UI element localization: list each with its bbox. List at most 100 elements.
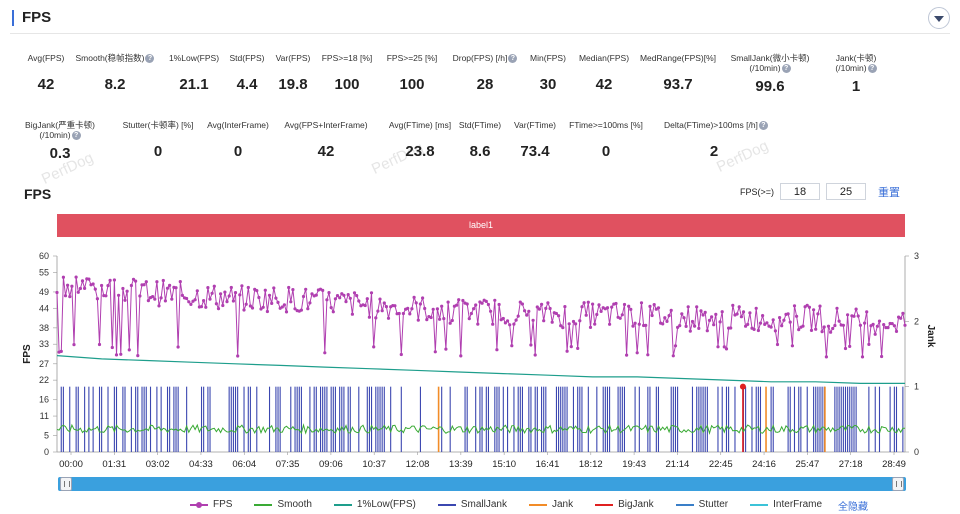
slider-handle-right[interactable] xyxy=(892,477,904,491)
collapse-toggle-button[interactable] xyxy=(928,7,950,29)
fps-point xyxy=(671,354,675,358)
fps-point xyxy=(756,328,761,333)
fps-point xyxy=(329,306,333,310)
stat-label: BigJank(严重卡顿) xyxy=(25,120,95,130)
fps-point xyxy=(138,294,142,298)
help-icon[interactable]: ? xyxy=(867,64,877,74)
fps-point xyxy=(629,307,633,311)
fps-point xyxy=(106,284,110,288)
fps-point xyxy=(338,296,342,300)
y-tick-label: 49 xyxy=(39,287,49,297)
fps-point xyxy=(752,327,756,331)
fps-point xyxy=(703,310,707,314)
fps-point xyxy=(901,311,905,315)
fps-point xyxy=(255,289,259,293)
fps-point xyxy=(187,300,191,304)
help-icon[interactable]: ? xyxy=(71,131,81,141)
hide-all-button[interactable]: 全隐藏 xyxy=(838,498,868,513)
fps-point xyxy=(202,299,206,303)
fps-point xyxy=(841,323,846,327)
fps-point xyxy=(593,322,597,326)
slider-handle-left[interactable] xyxy=(60,477,72,491)
fps-point xyxy=(397,311,401,316)
legend-item[interactable]: Jank xyxy=(528,499,573,510)
legend-swatch xyxy=(333,503,352,506)
fps-point xyxy=(684,324,688,328)
fps-point xyxy=(344,300,348,304)
fps-threshold-input-2[interactable] xyxy=(826,183,867,200)
fps-point xyxy=(216,307,221,311)
legend-item[interactable]: Stutter xyxy=(675,499,728,510)
fps-point xyxy=(741,310,746,314)
fps-point xyxy=(242,308,246,312)
y2-tick-label: 0 xyxy=(914,447,919,457)
fps-point xyxy=(652,303,656,307)
reset-button[interactable]: 重置 xyxy=(878,184,900,200)
fps-point xyxy=(899,316,903,320)
fps-point xyxy=(865,310,869,314)
fps-point xyxy=(833,323,837,328)
fps-point xyxy=(886,326,890,330)
help-icon[interactable]: ? xyxy=(758,121,768,131)
fps-point xyxy=(542,319,546,323)
fps-point xyxy=(729,326,733,330)
fps-point xyxy=(882,323,886,327)
fps-point xyxy=(690,319,695,324)
legend-label: 1%Low(FPS) xyxy=(356,499,416,510)
fps-point xyxy=(673,344,678,348)
fps-point xyxy=(748,311,752,315)
chart-title: FPS xyxy=(24,186,52,202)
stat-label-unit: (/10min) xyxy=(749,63,781,73)
fps-point xyxy=(718,320,722,324)
legend-item[interactable]: FPS xyxy=(190,499,232,510)
fps-point xyxy=(816,312,820,316)
fps-point xyxy=(117,293,121,297)
fps-point xyxy=(257,295,261,300)
label-band[interactable]: label1 xyxy=(57,214,905,237)
legend-item[interactable]: SmallJank xyxy=(437,499,507,510)
fps-threshold-input-1[interactable] xyxy=(780,183,821,200)
fps-point xyxy=(820,330,824,334)
legend-item[interactable]: InterFrame xyxy=(750,499,822,510)
fps-point xyxy=(208,297,212,301)
fps-point xyxy=(206,286,210,290)
fps-point xyxy=(284,310,289,314)
fps-point xyxy=(795,314,799,318)
fps-point xyxy=(648,304,652,308)
fps-point xyxy=(212,284,216,288)
fps-point xyxy=(455,303,459,307)
fps-point xyxy=(814,327,818,331)
fps-chart[interactable]: 0 5 11 16 22 27 33 38 44 49 55 60 0 1 2 3 FPS Jank 00:00 01… xyxy=(0,240,960,470)
fps-point xyxy=(304,287,308,291)
fps-point xyxy=(831,326,835,331)
fps-point xyxy=(667,314,671,318)
legend-item[interactable]: 1%Low(FPS) xyxy=(333,499,416,510)
fps-point xyxy=(873,332,877,336)
fps-point xyxy=(561,326,565,330)
fps-point xyxy=(355,294,359,298)
fps-point xyxy=(363,303,367,308)
fps-point xyxy=(306,307,310,311)
fps-point xyxy=(199,305,204,309)
time-range-slider[interactable] xyxy=(58,477,906,491)
fps-point xyxy=(129,283,133,288)
help-icon[interactable]: ? xyxy=(781,64,791,74)
x-tick-label: 06:04 xyxy=(232,459,256,470)
fps-point xyxy=(406,306,410,310)
fps-point xyxy=(639,301,644,305)
fps-point xyxy=(620,313,624,317)
y2-tick-label: 1 xyxy=(914,382,919,392)
fps-point xyxy=(484,299,488,303)
fps-point xyxy=(416,318,420,322)
legend-item[interactable]: BigJank xyxy=(595,499,654,510)
fps-point xyxy=(87,277,91,281)
fps-point xyxy=(80,279,85,283)
fps-point xyxy=(867,342,871,346)
fps-point xyxy=(244,302,248,306)
fps-point xyxy=(348,296,352,300)
fps-point xyxy=(829,330,833,334)
legend-item[interactable]: Smooth xyxy=(254,499,312,510)
fps-point xyxy=(686,305,690,309)
fps-point xyxy=(599,309,603,313)
fps-point xyxy=(382,301,386,305)
